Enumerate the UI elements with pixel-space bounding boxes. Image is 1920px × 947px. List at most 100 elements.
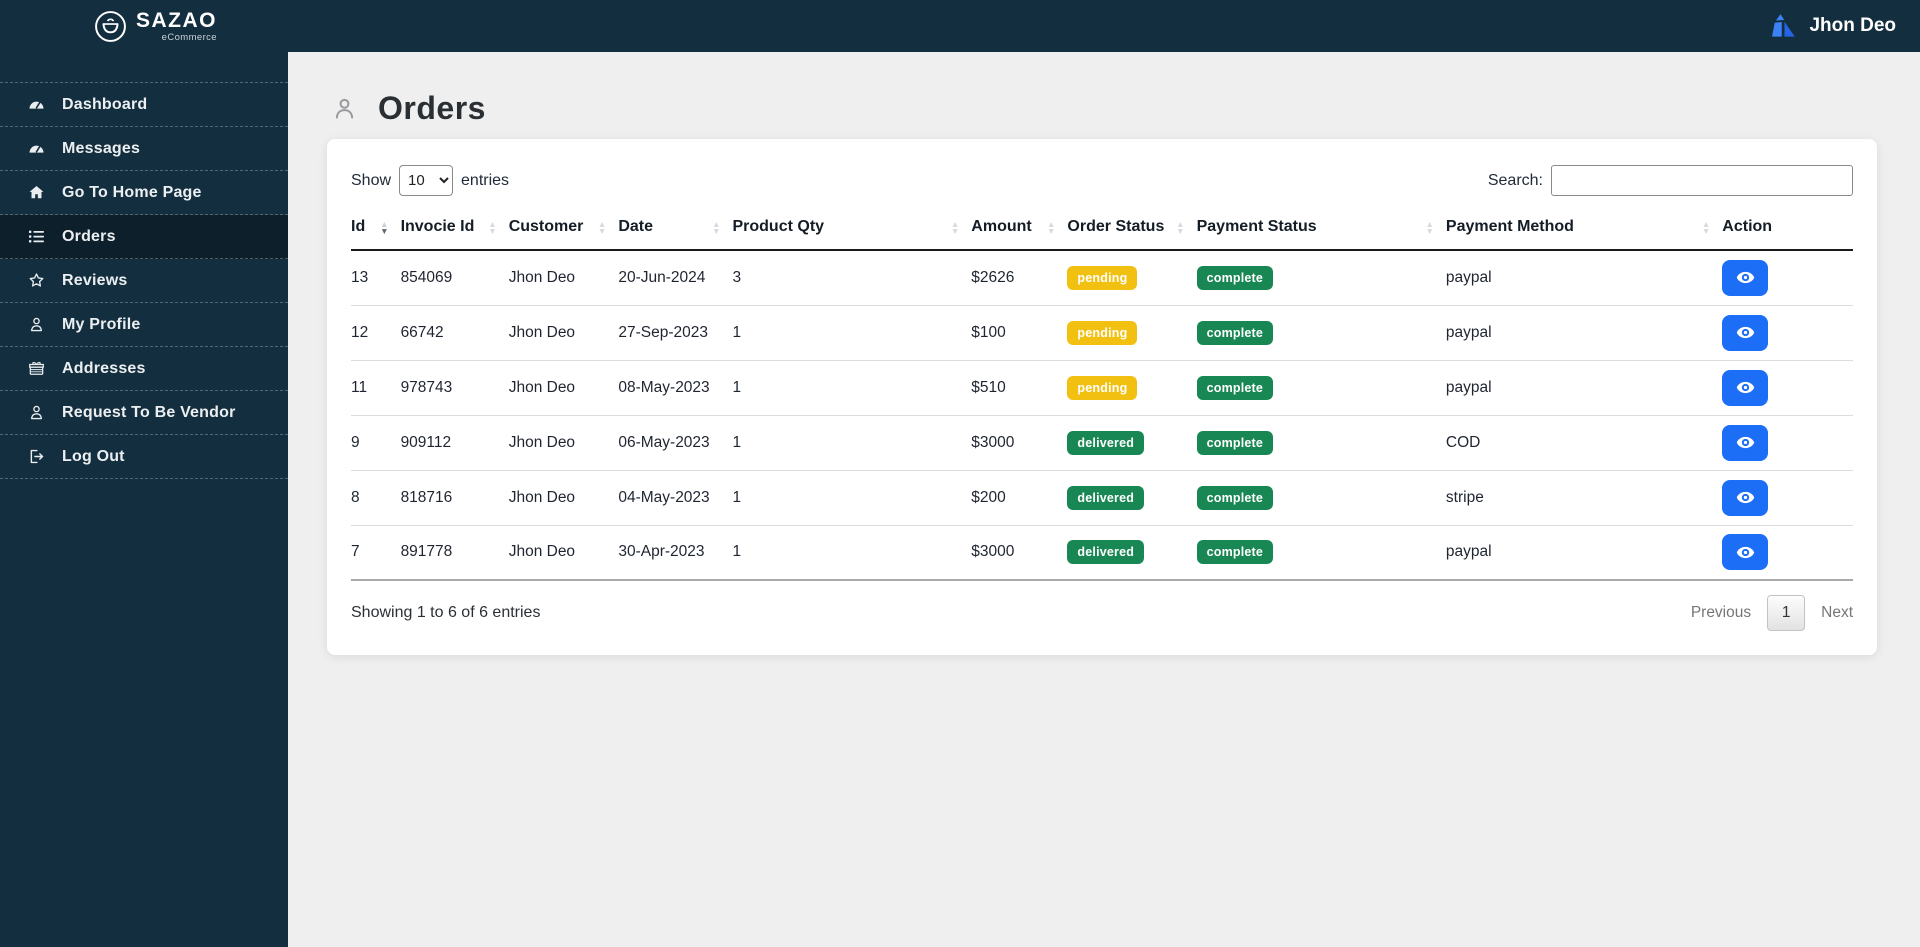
home-icon — [27, 183, 46, 202]
cell-product-qty: 1 — [732, 305, 972, 361]
table-row: 9 909112 Jhon Deo 06-May-2023 1 $3000 delivere… — [351, 415, 1853, 471]
sidebar-item-label: Request To Be Vendor — [62, 403, 236, 421]
cell-customer: Jhon Deo — [508, 250, 619, 306]
cell-payment-method: paypal — [1445, 525, 1723, 581]
show-label: Show — [351, 171, 392, 189]
sort-icon: ▲ ▼ — [597, 218, 607, 236]
user-avatar-icon — [1769, 11, 1799, 41]
page-title: Orders — [378, 90, 486, 126]
pagination-previous[interactable]: Previous — [1691, 604, 1751, 622]
order-status-badge: delivered — [1067, 540, 1145, 565]
view-order-button[interactable] — [1722, 369, 1769, 406]
cell-date: 27-Sep-2023 — [618, 305, 733, 361]
column-header-date[interactable]: Date ▲ ▼ — [618, 208, 733, 251]
column-header-action: Action — [1722, 208, 1853, 251]
table-row: 7 891778 Jhon Deo 30-Apr-2023 1 $3000 delivere… — [351, 525, 1853, 581]
cell-product-qty: 1 — [732, 360, 972, 416]
cell-customer: Jhon Deo — [508, 525, 619, 581]
view-order-button[interactable] — [1722, 314, 1769, 351]
column-header-id[interactable]: Id ▲ ▼ — [351, 208, 401, 251]
sidebar-item-orders[interactable]: Orders — [0, 215, 288, 259]
cell-amount: $3000 — [971, 525, 1068, 581]
main-content: Orders Show 10 entries Search: Id▲▼In — [288, 52, 1920, 947]
cell-action — [1722, 470, 1853, 526]
view-order-button[interactable] — [1722, 424, 1769, 461]
sort-icon: ▲ ▼ — [488, 218, 497, 236]
cell-payment-status: complete — [1196, 525, 1446, 581]
cell-action — [1722, 525, 1853, 581]
column-header-customer[interactable]: Customer ▲ ▼ — [508, 208, 619, 251]
pagination-next[interactable]: Next — [1821, 604, 1853, 622]
cell-customer: Jhon Deo — [508, 470, 619, 526]
brand-tagline: eCommerce — [161, 31, 217, 43]
view-order-button[interactable] — [1722, 259, 1769, 296]
cell-product-qty: 3 — [732, 250, 972, 306]
pagination-page-1[interactable]: 1 — [1767, 595, 1806, 631]
sidebar-item-label: Orders — [62, 227, 116, 245]
cell-id: 7 — [351, 525, 401, 581]
cell-customer: Jhon Deo — [508, 415, 619, 471]
sidebar-item-label: Addresses — [62, 359, 146, 377]
sidebar-item-reviews[interactable]: Reviews — [0, 259, 288, 303]
cell-customer: Jhon Deo — [508, 360, 619, 416]
view-order-button[interactable] — [1722, 534, 1769, 571]
cell-product-qty: 1 — [732, 415, 972, 471]
sidebar-item-my-profile[interactable]: My Profile — [0, 303, 288, 347]
cell-action — [1722, 415, 1853, 471]
cell-product-qty: 1 — [732, 470, 972, 526]
reviews-star-icon — [27, 271, 46, 290]
order-status-badge: pending — [1067, 320, 1138, 345]
table-row: 8 818716 Jhon Deo 04-May-2023 1 $200 delivered… — [351, 470, 1853, 526]
cell-payment-method: paypal — [1445, 305, 1723, 361]
user-menu[interactable]: Jhon Deo — [1769, 11, 1896, 41]
sidebar-item-label: Go To Home Page — [62, 183, 202, 201]
orders-card: Show 10 entries Search: Id ▲ ▼ Invocie Id ▲ ▼… — [327, 139, 1877, 655]
column-header-product-qty[interactable]: Product Qty ▲ ▼ — [732, 208, 972, 251]
cell-payment-method: paypal — [1445, 360, 1723, 416]
sidebar-item-log-out[interactable]: Log Out — [0, 435, 288, 479]
column-header-payment-status[interactable]: Payment Status ▲ ▼ — [1196, 208, 1446, 251]
order-status-badge: delivered — [1067, 430, 1145, 455]
view-order-button[interactable] — [1722, 479, 1769, 516]
column-header-payment-method[interactable]: Payment Method ▲ ▼ — [1445, 208, 1723, 251]
cell-date: 06-May-2023 — [618, 415, 733, 471]
cell-amount: $510 — [971, 360, 1068, 416]
cell-date: 04-May-2023 — [618, 470, 733, 526]
eye-icon — [1735, 487, 1756, 508]
sidebar-item-go-to-home-page[interactable]: Go To Home Page — [0, 171, 288, 215]
cell-id: 9 — [351, 415, 401, 471]
brand[interactable]: SAZAO eCommerce — [94, 10, 217, 43]
cell-amount: $100 — [971, 305, 1068, 361]
payment-status-badge: complete — [1196, 320, 1274, 345]
sidebar-item-request-to-be-vendor[interactable]: Request To Be Vendor — [0, 391, 288, 435]
pagination: Previous 1 Next — [1691, 595, 1853, 631]
sidebar-item-label: Dashboard — [62, 95, 148, 113]
sort-icon: ▲ ▼ — [1425, 218, 1434, 236]
payment-status-badge: complete — [1196, 430, 1274, 455]
sidebar-item-addresses[interactable]: Addresses — [0, 347, 288, 391]
eye-icon — [1735, 322, 1756, 343]
search-label: Search: — [1487, 171, 1543, 189]
column-header-order-status[interactable]: Order Status ▲ ▼ — [1067, 208, 1197, 251]
sidebar-item-label: My Profile — [62, 315, 141, 333]
payment-status-badge: complete — [1196, 375, 1274, 400]
column-header-invocie-id[interactable]: Invocie Id ▲ ▼ — [400, 208, 509, 251]
sidebar-item-dashboard[interactable]: Dashboard — [0, 83, 288, 127]
cell-invoice-id: 978743 — [400, 360, 509, 416]
profile-user-icon — [27, 315, 46, 334]
column-header-amount[interactable]: Amount ▲ ▼ — [971, 208, 1068, 251]
entries-label: entries — [461, 171, 510, 189]
search-input[interactable] — [1551, 165, 1853, 196]
cell-payment-status: complete — [1196, 360, 1446, 416]
cell-invoice-id: 854069 — [400, 250, 509, 306]
cell-order-status: delivered — [1067, 525, 1197, 581]
cell-invoice-id: 891778 — [400, 525, 509, 581]
entries-length-select[interactable]: 10 — [399, 165, 454, 196]
user-name: Jhon Deo — [1809, 15, 1896, 36]
table-row: 11 978743 Jhon Deo 08-May-2023 1 $510 pending c… — [351, 360, 1853, 416]
cell-id: 11 — [351, 360, 401, 416]
sidebar-item-messages[interactable]: Messages — [0, 127, 288, 171]
brand-logo-icon — [94, 10, 127, 43]
orders-table-head-row: Id ▲ ▼ Invocie Id ▲ ▼ Customer ▲ ▼ Date ▲ ▼ Product … — [351, 208, 1853, 251]
cell-id: 13 — [351, 250, 401, 306]
